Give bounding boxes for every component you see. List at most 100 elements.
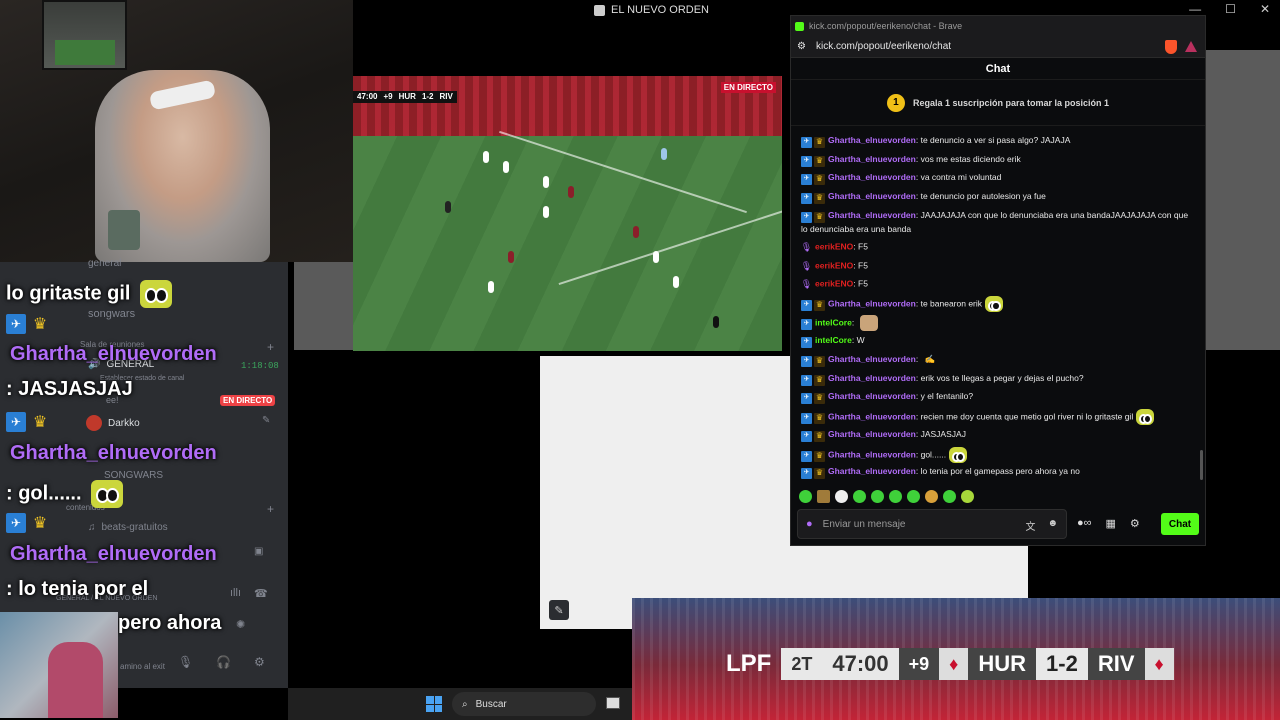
microphone-icon[interactable]: 🎙 xyxy=(178,655,193,669)
kick-logo-icon xyxy=(795,21,804,31)
translate-icon[interactable]: 文 xyxy=(1025,518,1035,533)
emote-icon[interactable] xyxy=(871,490,884,503)
channel-beats-gratuitos[interactable]: ♫ beats-gratuitos xyxy=(88,522,168,533)
muted-mic-icon[interactable]: ✎ xyxy=(549,600,569,620)
emote-icon[interactable] xyxy=(799,490,812,503)
chat-username[interactable]: eerikENO xyxy=(815,242,853,252)
close-button[interactable]: ✕ xyxy=(1260,2,1270,16)
background-panel xyxy=(294,262,353,350)
subscriber-badge-icon: ✈ xyxy=(801,430,812,442)
chat-username[interactable]: Ghartha_elnuevorden xyxy=(828,391,916,401)
store-icon[interactable]: ▦ xyxy=(1106,517,1116,530)
subscriber-badge-icon: ✈ xyxy=(801,318,812,330)
chat-username[interactable]: Ghartha_elnuevorden xyxy=(828,429,916,439)
user-badges: ✈ ♛ xyxy=(801,450,825,462)
gift-sub-banner[interactable]: 1 Regala 1 suscripción para tomar la pos… xyxy=(791,80,1205,126)
chat-username[interactable]: Ghartha_elnuevorden xyxy=(828,411,916,421)
emote-icon[interactable] xyxy=(925,490,938,503)
chat-message: ✈ ♛ Ghartha_elnuevorden: te denuncio por a… xyxy=(801,190,1197,204)
brave-rewards-icon[interactable] xyxy=(1185,41,1197,52)
kicks-icon[interactable]: ●∞ xyxy=(1077,517,1092,530)
chat-username[interactable]: Ghartha_elnuevorden xyxy=(828,354,916,364)
chat-username[interactable]: Ghartha_elnuevorden xyxy=(828,298,916,308)
minimize-button[interactable]: — xyxy=(1189,2,1201,16)
chat-username[interactable]: Ghartha_elnuevorden xyxy=(828,154,916,164)
emote-icon[interactable] xyxy=(817,490,830,503)
match-video[interactable]: 47:00 +9 HUR 1-2 RIV EN DIRECTO xyxy=(353,76,782,351)
window-controls: — ☐ ✕ xyxy=(1189,2,1270,16)
headphones-icon[interactable]: 🎧 xyxy=(216,655,231,669)
windows-start-icon[interactable] xyxy=(426,696,442,712)
mute-user-icon[interactable]: ✎ xyxy=(262,415,270,426)
microphone-icon[interactable]: ● xyxy=(806,518,813,530)
address-bar[interactable]: ⚙ kick.com/popout/eerikeno/chat xyxy=(791,36,1205,58)
chat-text: y el fentanilo? xyxy=(920,391,974,401)
voice-user-darkko[interactable]: Darkko xyxy=(86,415,140,431)
broadcaster-mic-icon: 🎙 xyxy=(800,278,813,289)
chat-username[interactable]: Ghartha_elnuevorden xyxy=(828,172,916,182)
chat-username[interactable]: intelCore xyxy=(815,317,852,327)
site-settings-icon[interactable]: ⚙ xyxy=(797,41,806,52)
add-channel-icon[interactable]: + xyxy=(267,502,274,516)
chat-message: ✈ intelCore: xyxy=(801,315,1197,331)
gift-text: Regala 1 suscripción para tomar la posic… xyxy=(912,97,1110,108)
chat-username[interactable]: Ghartha_elnuevorden xyxy=(828,135,916,145)
added-time-label: +9 xyxy=(898,648,940,680)
emote-icon[interactable] xyxy=(835,490,848,503)
chat-text: gol...... xyxy=(920,449,947,460)
settings-gear-icon[interactable]: ⚙ xyxy=(1130,517,1140,530)
chat-message: ✈ ♛ Ghartha_elnuevorden: JAAJAJAJA con que… xyxy=(801,209,1197,235)
maximize-button[interactable]: ☐ xyxy=(1225,2,1236,16)
task-view-icon[interactable] xyxy=(606,697,620,709)
url-text[interactable]: kick.com/popout/eerikeno/chat xyxy=(816,41,951,52)
emote-icon[interactable] xyxy=(889,490,902,503)
score-label: 1-2 xyxy=(1036,648,1088,680)
brave-shield-icon[interactable] xyxy=(1165,40,1177,54)
chat-message: ✈ ♛ Ghartha_elnuevorden: gol...... xyxy=(801,447,1197,463)
chat-message: 🎙 eerikENO: F5 xyxy=(801,259,1197,272)
chat-username[interactable]: Ghartha_elnuevorden xyxy=(828,449,916,459)
chat-separator: : xyxy=(915,354,921,364)
chat-text: W xyxy=(856,335,865,345)
discord-live-badge: EN DIRECTO xyxy=(220,395,276,406)
chat-username[interactable]: eerikENO xyxy=(815,279,853,289)
player xyxy=(508,251,514,263)
user-badges: ✈ ♛ xyxy=(801,299,825,311)
crown-badge-icon: ♛ xyxy=(814,155,825,167)
chat-message-body: ✈ intelCore: xyxy=(801,315,878,331)
screen-share-icon[interactable]: ▣ xyxy=(254,546,263,557)
guest-webcam xyxy=(0,612,118,718)
message-placeholder: Enviar un mensaje xyxy=(822,518,906,530)
user-badges: ✈ ♛ xyxy=(801,211,825,223)
chat-username[interactable]: Ghartha_elnuevorden xyxy=(828,191,916,201)
voice-waveform-icon[interactable]: ıllı xyxy=(230,587,241,599)
send-chat-button[interactable]: Chat xyxy=(1161,513,1199,535)
user-badges: ✈ ♛ xyxy=(801,392,825,404)
emote-icon[interactable] xyxy=(853,490,866,503)
match-added-time: +9 xyxy=(383,92,393,101)
home-team-label: HUR xyxy=(968,648,1037,680)
activity-icon[interactable]: ✺ xyxy=(236,618,245,631)
emote-icon[interactable] xyxy=(961,490,974,503)
chat-message-body: 🎙 eerikENO: F5 xyxy=(801,277,868,290)
chat-scrollbar[interactable] xyxy=(1200,450,1203,480)
chat-username[interactable]: intelCore xyxy=(815,335,852,345)
chat-message-body: ✈ ♛ Ghartha_elnuevorden: te banearon erik xyxy=(801,296,1004,312)
channel-songwars[interactable]: songwars xyxy=(88,308,135,320)
disconnect-icon[interactable]: ☎ xyxy=(254,587,268,600)
emoji-icon[interactable]: ☻ xyxy=(1047,518,1058,533)
league-label: LPF xyxy=(726,650,772,677)
settings-gear-icon[interactable]: ⚙ xyxy=(254,655,265,669)
add-channel-icon[interactable]: + xyxy=(267,340,274,354)
chat-username[interactable]: eerikENO xyxy=(815,261,853,271)
message-input[interactable]: ● Enviar un mensaje 文 ☻ xyxy=(797,509,1067,539)
taskbar-search[interactable]: ⌕ Buscar xyxy=(452,692,596,716)
chat-username[interactable]: Ghartha_elnuevorden xyxy=(828,210,916,220)
chat-username[interactable]: Ghartha_elnuevorden xyxy=(828,373,916,383)
channel-label: songwars xyxy=(88,308,136,320)
channel-general[interactable]: general xyxy=(88,258,121,269)
emote-icon[interactable] xyxy=(943,490,956,503)
emote-icon[interactable] xyxy=(907,490,920,503)
chat-username[interactable]: Ghartha_elnuevorden xyxy=(828,466,916,476)
player xyxy=(633,226,639,238)
